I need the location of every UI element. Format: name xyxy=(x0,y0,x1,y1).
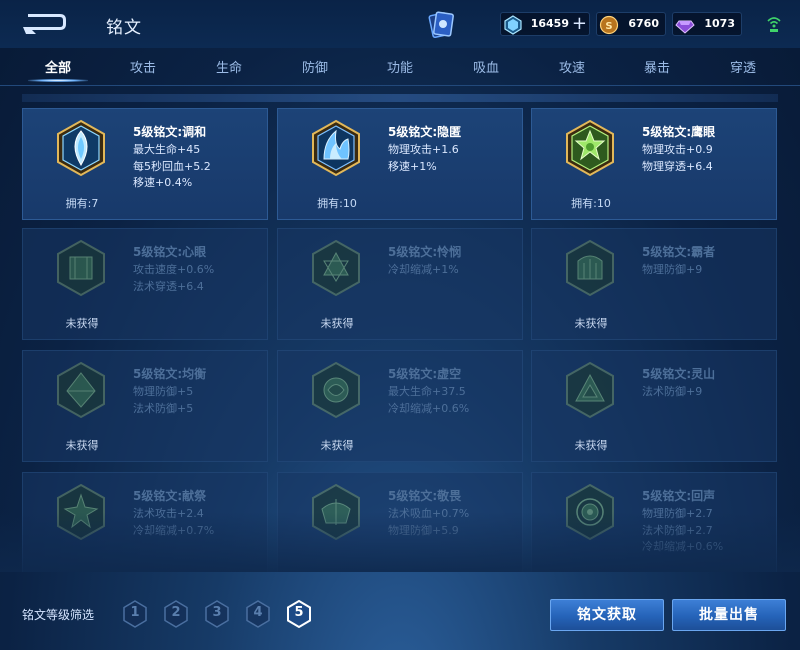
inscription-stats: 物理攻击+1.6 移速+1% xyxy=(388,143,459,173)
inscription-title: 5级铭文:调和 xyxy=(133,125,207,139)
void-emblem-icon xyxy=(312,361,360,419)
inscription-stats: 物理防御+9 xyxy=(642,263,703,276)
diamond-currency: 16459 + xyxy=(500,12,590,36)
inscription-stats: 冷却缩减+1% xyxy=(388,263,459,276)
inscription-stats: 法术吸血+0.7% 物理防御+5.9 xyxy=(388,507,470,537)
inscription-card-sacrifice[interactable]: 5级铭文:献祭 法术攻击+2.4 冷却缩减+0.7% xyxy=(22,472,268,572)
inscription-stats: 法术防御+9 xyxy=(642,385,703,398)
inscription-card-spirit-mountain[interactable]: 5级铭文:灵山 法术防御+9 未获得 xyxy=(531,350,777,462)
harmony-emblem-icon xyxy=(57,119,105,177)
not-obtained-label: 未获得 xyxy=(320,317,354,330)
inscription-title: 5级铭文:鹰眼 xyxy=(642,125,716,139)
svg-text:S: S xyxy=(605,21,612,32)
inscription-card-mercy[interactable]: 5级铭文:怜悯 冷却缩减+1% 未获得 xyxy=(277,228,523,340)
inscription-title: 5级铭文:隐匿 xyxy=(388,125,462,139)
back-arrow-icon[interactable] xyxy=(22,10,72,36)
level-filter-2[interactable]: 2 xyxy=(163,600,189,628)
level-filter-3[interactable]: 3 xyxy=(204,600,230,628)
inscription-title: 5级铭文:敬畏 xyxy=(388,489,462,503)
inscription-stats: 最大生命+45 每5秒回血+5.2 移速+0.4% xyxy=(133,143,211,189)
gold-currency: S 6760 xyxy=(596,12,666,36)
tab-lifesteal[interactable]: 吸血 xyxy=(456,57,516,76)
inscription-stats: 攻击速度+0.6% 法术穿透+6.4 xyxy=(133,263,215,293)
obtain-inscription-button[interactable]: 铭文获取 xyxy=(550,599,664,631)
active-tab-indicator xyxy=(28,79,88,82)
tab-attack[interactable]: 攻击 xyxy=(113,57,173,76)
add-diamond-icon[interactable]: + xyxy=(572,14,587,34)
inscription-title: 5级铭文:怜悯 xyxy=(388,245,462,259)
inscription-title: 5级铭文:献祭 xyxy=(133,489,207,503)
inscription-card-overlord[interactable]: 5级铭文:霸者 物理防御+9 未获得 xyxy=(531,228,777,340)
tab-all[interactable]: 全部 xyxy=(28,57,88,76)
tab-penetration[interactable]: 穿透 xyxy=(713,57,773,76)
sacrifice-emblem-icon xyxy=(57,483,105,541)
bulk-sell-button[interactable]: 批量出售 xyxy=(672,599,786,631)
not-obtained-label: 未获得 xyxy=(320,439,354,452)
inscription-grid[interactable]: 5级铭文:调和 最大生命+45 每5秒回血+5.2 移速+0.4% 拥有:7 5… xyxy=(0,88,800,572)
gem-amount: 1073 xyxy=(704,17,735,30)
level-filter-1[interactable]: 1 xyxy=(122,600,148,628)
inscription-card-harmony[interactable]: 5级铭文:调和 最大生命+45 每5秒回血+5.2 移速+0.4% 拥有:7 xyxy=(22,108,268,220)
not-obtained-label: 未获得 xyxy=(65,439,99,452)
spirit-mountain-emblem-icon xyxy=(566,361,614,419)
level-filter-label: 铭文等级筛选 xyxy=(22,608,95,622)
mind-eye-emblem-icon xyxy=(57,239,105,297)
balance-emblem-icon xyxy=(57,361,105,419)
diamond-amount: 16459 xyxy=(530,17,569,30)
level-filter-4[interactable]: 4 xyxy=(245,600,271,628)
wifi-signal-icon xyxy=(767,17,781,32)
card-deck-icon[interactable] xyxy=(428,10,454,38)
overlord-emblem-icon xyxy=(566,239,614,297)
gold-coin-icon: S xyxy=(599,15,619,35)
inscription-title: 5级铭文:霸者 xyxy=(642,245,716,259)
tab-attack-speed[interactable]: 攻速 xyxy=(542,57,602,76)
inscription-stats: 物理攻击+0.9 物理穿透+6.4 xyxy=(642,143,713,173)
inscription-stats: 法术攻击+2.4 冷却缩减+0.7% xyxy=(133,507,215,537)
hawkeye-emblem-icon xyxy=(566,119,614,177)
page-title: 铭文 xyxy=(106,18,142,38)
top-bar: 铭文 16459 + S 6760 1073 xyxy=(0,0,800,48)
owned-count: 拥有:10 xyxy=(571,197,611,210)
inscription-card-mind-eye[interactable]: 5级铭文:心眼 攻击速度+0.6% 法术穿透+6.4 未获得 xyxy=(22,228,268,340)
scroll-top-strip xyxy=(22,94,778,102)
owned-count: 拥有:10 xyxy=(317,197,357,210)
gem-currency: 1073 xyxy=(672,12,742,36)
inscription-card-stealth[interactable]: 5级铭文:隐匿 物理攻击+1.6 移速+1% 拥有:10 xyxy=(277,108,523,220)
inscription-card-hawkeye[interactable]: 5级铭文:鹰眼 物理攻击+0.9 物理穿透+6.4 拥有:10 xyxy=(531,108,777,220)
mercy-emblem-icon xyxy=(312,239,360,297)
inscription-title: 5级铭文:均衡 xyxy=(133,367,207,381)
inscription-title: 5级铭文:虚空 xyxy=(388,367,462,381)
inscription-stats: 最大生命+37.5 冷却缩减+0.6% xyxy=(388,385,470,415)
inscription-card-awe[interactable]: 5级铭文:敬畏 法术吸血+0.7% 物理防御+5.9 xyxy=(277,472,523,572)
not-obtained-label: 未获得 xyxy=(574,439,608,452)
inscription-title: 5级铭文:灵山 xyxy=(642,367,716,381)
stealth-emblem-icon xyxy=(312,119,360,177)
tab-critical[interactable]: 暴击 xyxy=(627,57,687,76)
level-filter-5[interactable]: 5 xyxy=(286,600,312,628)
purple-gem-icon xyxy=(675,20,695,34)
inscription-title: 5级铭文:心眼 xyxy=(133,245,207,259)
not-obtained-label: 未获得 xyxy=(65,317,99,330)
inscription-title: 5级铭文:回声 xyxy=(642,489,716,503)
echo-emblem-icon xyxy=(566,483,614,541)
inscription-card-echo[interactable]: 5级铭文:回声 物理防御+2.7 法术防御+2.7 冷却缩减+0.6% xyxy=(531,472,777,572)
tab-health[interactable]: 生命 xyxy=(199,57,259,76)
tab-utility[interactable]: 功能 xyxy=(370,57,430,76)
category-tabs: 全部 攻击 生命 防御 功能 吸血 攻速 暴击 穿透 xyxy=(0,50,800,86)
not-obtained-label: 未获得 xyxy=(574,317,608,330)
inscription-stats: 物理防御+5 法术防御+5 xyxy=(133,385,194,415)
gold-amount: 6760 xyxy=(628,17,659,30)
inscription-card-void[interactable]: 5级铭文:虚空 最大生命+37.5 冷却缩减+0.6% 未获得 xyxy=(277,350,523,462)
diamond-icon xyxy=(504,15,522,35)
tab-defense[interactable]: 防御 xyxy=(285,57,345,76)
inscription-stats: 物理防御+2.7 法术防御+2.7 冷却缩减+0.6% xyxy=(642,507,724,553)
owned-count: 拥有:7 xyxy=(65,197,99,210)
inscription-card-balance[interactable]: 5级铭文:均衡 物理防御+5 法术防御+5 未获得 xyxy=(22,350,268,462)
awe-emblem-icon xyxy=(312,483,360,541)
